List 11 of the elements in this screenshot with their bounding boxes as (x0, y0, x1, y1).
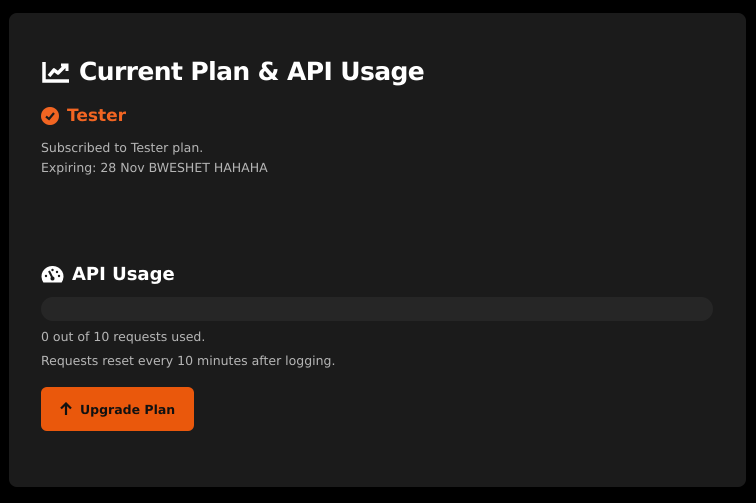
upgrade-button[interactable]: Upgrade Plan (41, 387, 194, 431)
plan-detail: Expiring: 28 Nov BWESHET HAHAHA (41, 159, 269, 177)
chart-icon (41, 60, 71, 84)
section-heading: API Usage (72, 264, 175, 285)
plan-detail: Subscribed to Tester plan. (41, 139, 204, 157)
usage-text: 0 out of 10 requests used. (41, 328, 206, 346)
gauge-icon (41, 264, 64, 284)
plan-name: Tester (67, 106, 126, 126)
arrow-up-icon (60, 402, 72, 416)
page-title: Current Plan & API Usage (79, 57, 424, 86)
usage-text: Requests reset every 10 minutes after logging. (41, 352, 336, 370)
